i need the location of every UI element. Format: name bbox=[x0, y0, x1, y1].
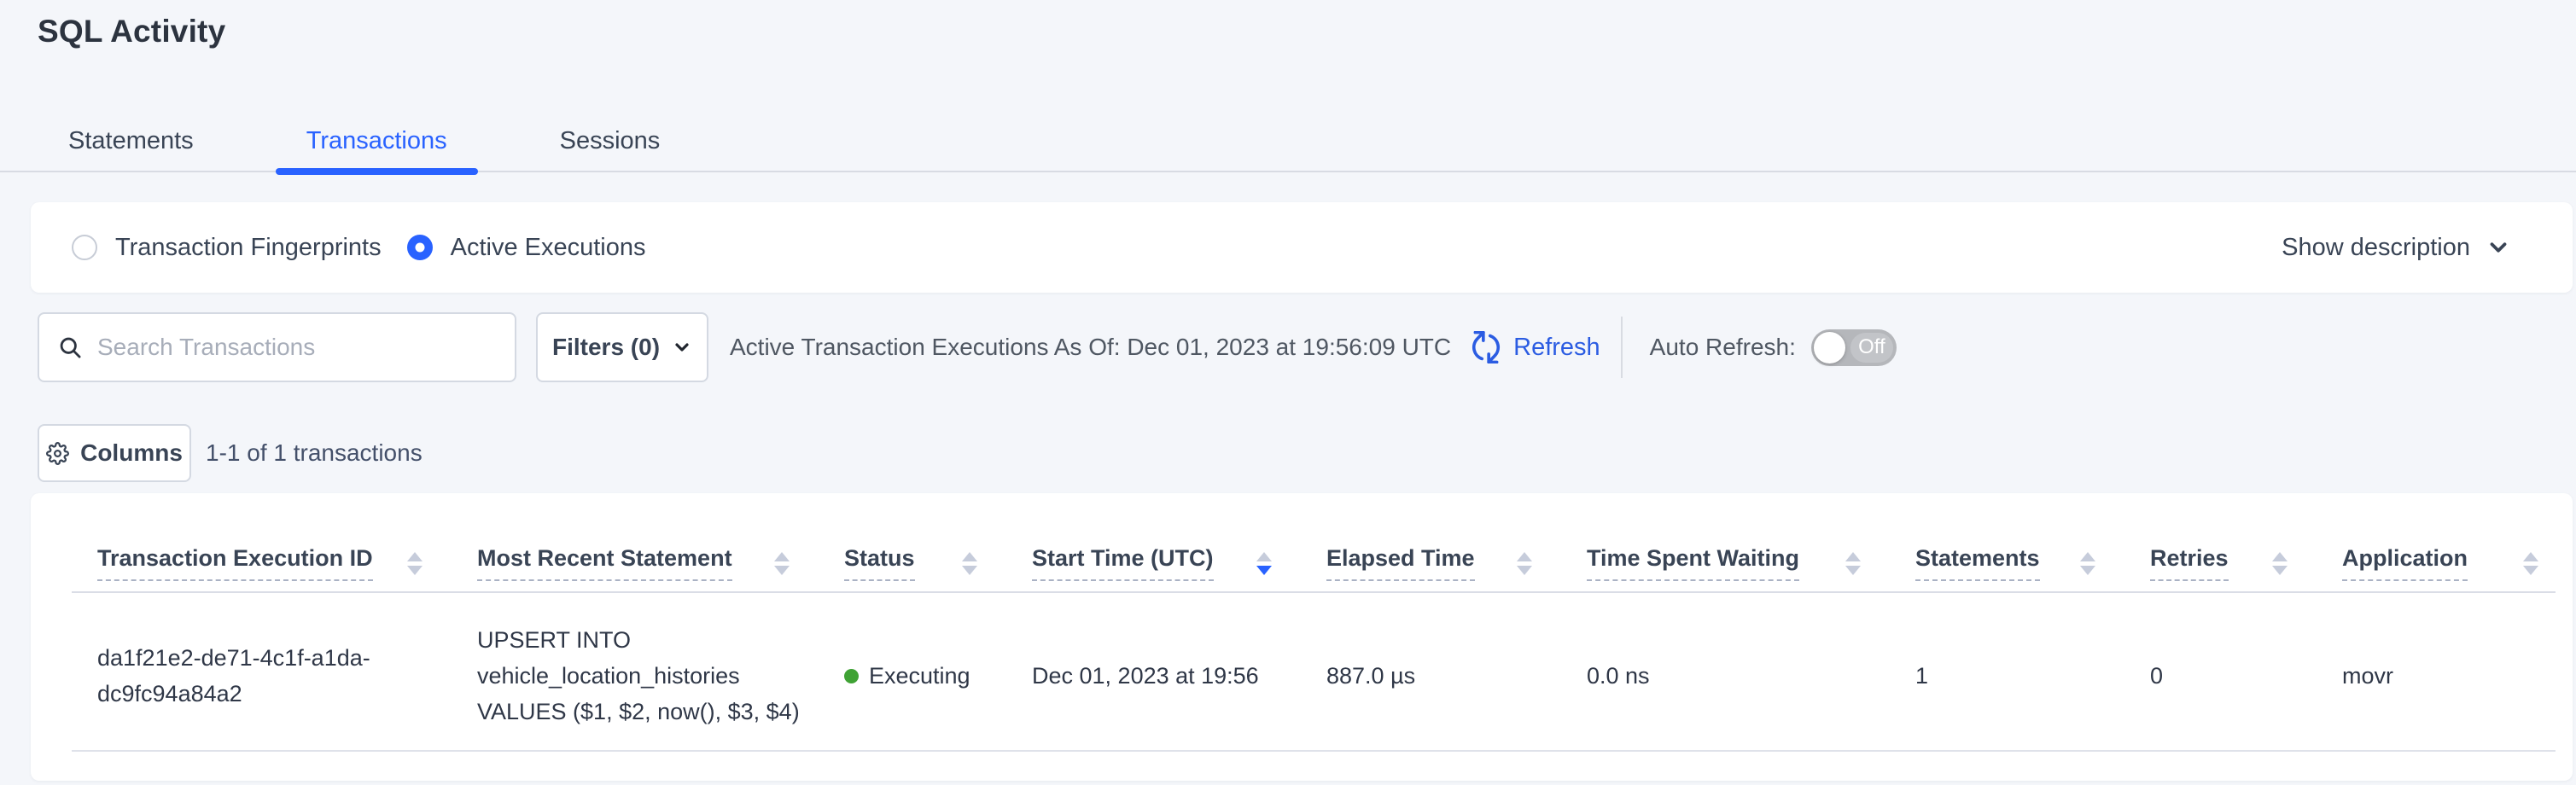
cell-time-spent-waiting: 0.0 ns bbox=[1587, 592, 1915, 751]
chevron-down-icon bbox=[672, 337, 692, 358]
executing-status-dot-icon bbox=[844, 669, 859, 683]
toggle-knob-icon bbox=[1814, 332, 1845, 363]
auto-refresh-label: Auto Refresh: bbox=[1650, 334, 1796, 361]
table-row[interactable]: da1f21e2-de71-4c1f-a1da-dc9fc94a84a2 UPS… bbox=[72, 592, 2556, 751]
tab-statements[interactable]: Statements bbox=[38, 111, 224, 171]
column-header-transaction-execution-id[interactable]: Transaction Execution ID bbox=[72, 493, 477, 592]
column-label: Transaction Execution ID bbox=[97, 545, 373, 581]
radio-selected-icon bbox=[407, 235, 433, 260]
column-header-time-spent-waiting[interactable]: Time Spent Waiting bbox=[1587, 493, 1915, 592]
refresh-label: Refresh bbox=[1513, 334, 1600, 362]
cell-elapsed-time: 887.0 µs bbox=[1326, 592, 1587, 751]
sort-arrows-desc-active-icon bbox=[1256, 552, 1272, 575]
filters-button[interactable]: Filters (0) bbox=[536, 312, 708, 382]
search-icon bbox=[58, 335, 82, 359]
column-label: Elapsed Time bbox=[1326, 545, 1475, 581]
sort-arrows-icon bbox=[774, 552, 790, 575]
cell-start-time: Dec 01, 2023 at 19:56 bbox=[1032, 592, 1326, 751]
radio-label: Active Executions bbox=[451, 234, 646, 262]
table-header-row: Transaction Execution ID Most Recent Sta… bbox=[72, 493, 2556, 592]
radio-transaction-fingerprints[interactable]: Transaction Fingerprints bbox=[72, 234, 382, 262]
toolbar: Filters (0) Active Transaction Execution… bbox=[38, 312, 2559, 382]
as-of-text: Active Transaction Executions As Of: Dec… bbox=[730, 334, 1451, 361]
sort-arrows-icon bbox=[2523, 552, 2538, 575]
cell-application: movr bbox=[2342, 592, 2556, 751]
cell-transaction-execution-id: da1f21e2-de71-4c1f-a1da-dc9fc94a84a2 bbox=[72, 592, 477, 751]
status-label: Executing bbox=[869, 658, 970, 694]
table-controls: Columns 1-1 of 1 transactions bbox=[38, 424, 423, 482]
radio-label: Transaction Fingerprints bbox=[115, 234, 382, 262]
gear-icon bbox=[46, 442, 69, 465]
columns-button[interactable]: Columns bbox=[38, 424, 191, 482]
show-description-toggle[interactable]: Show description bbox=[2282, 234, 2511, 262]
view-switcher-card: Transaction Fingerprints Active Executio… bbox=[31, 202, 2573, 293]
cell-most-recent-statement: UPSERT INTO vehicle_location_histories V… bbox=[477, 592, 844, 751]
tab-sessions[interactable]: Sessions bbox=[529, 111, 691, 171]
filters-label: Filters (0) bbox=[552, 334, 660, 361]
chevron-down-icon bbox=[2486, 235, 2511, 260]
auto-refresh-toggle[interactable]: Off bbox=[1811, 329, 1897, 366]
sort-arrows-icon bbox=[2080, 552, 2095, 575]
column-header-elapsed-time[interactable]: Elapsed Time bbox=[1326, 493, 1587, 592]
toolbar-divider bbox=[1621, 317, 1623, 378]
column-label: Time Spent Waiting bbox=[1587, 545, 1799, 581]
cell-statements: 1 bbox=[1915, 592, 2150, 751]
sort-arrows-icon bbox=[407, 552, 423, 575]
column-label: Status bbox=[844, 545, 915, 581]
search-input[interactable] bbox=[97, 334, 515, 361]
refresh-button[interactable]: Refresh bbox=[1470, 331, 1600, 363]
column-header-status[interactable]: Status bbox=[844, 493, 1032, 592]
column-label: Application bbox=[2342, 545, 2468, 581]
radio-active-executions[interactable]: Active Executions bbox=[407, 234, 646, 262]
toggle-state-label: Off bbox=[1850, 333, 1893, 363]
columns-label: Columns bbox=[80, 439, 183, 467]
tab-bar: Statements Transactions Sessions bbox=[0, 111, 2576, 172]
column-label: Statements bbox=[1915, 545, 2040, 581]
radio-unselected-icon bbox=[72, 235, 97, 260]
sort-arrows-icon bbox=[1517, 552, 1532, 575]
page-title: SQL Activity bbox=[38, 14, 225, 49]
sort-arrows-icon bbox=[1845, 552, 1861, 575]
search-box bbox=[38, 312, 516, 382]
column-header-application[interactable]: Application bbox=[2342, 493, 2556, 592]
cell-status: Executing bbox=[844, 592, 1032, 751]
column-label: Most Recent Statement bbox=[477, 545, 732, 581]
cell-retries: 0 bbox=[2150, 592, 2342, 751]
column-label: Retries bbox=[2150, 545, 2229, 581]
column-header-statements[interactable]: Statements bbox=[1915, 493, 2150, 592]
column-header-start-time[interactable]: Start Time (UTC) bbox=[1032, 493, 1326, 592]
show-description-label: Show description bbox=[2282, 234, 2470, 262]
refresh-icon bbox=[1470, 331, 1502, 363]
transactions-table-card: Transaction Execution ID Most Recent Sta… bbox=[31, 493, 2573, 781]
result-count: 1-1 of 1 transactions bbox=[206, 439, 423, 467]
column-header-retries[interactable]: Retries bbox=[2150, 493, 2342, 592]
column-label: Start Time (UTC) bbox=[1032, 545, 1214, 581]
sort-arrows-icon bbox=[2272, 552, 2288, 575]
transactions-table: Transaction Execution ID Most Recent Sta… bbox=[72, 493, 2556, 752]
column-header-most-recent-statement[interactable]: Most Recent Statement bbox=[477, 493, 844, 592]
sort-arrows-icon bbox=[962, 552, 977, 575]
tab-transactions[interactable]: Transactions bbox=[276, 111, 478, 171]
